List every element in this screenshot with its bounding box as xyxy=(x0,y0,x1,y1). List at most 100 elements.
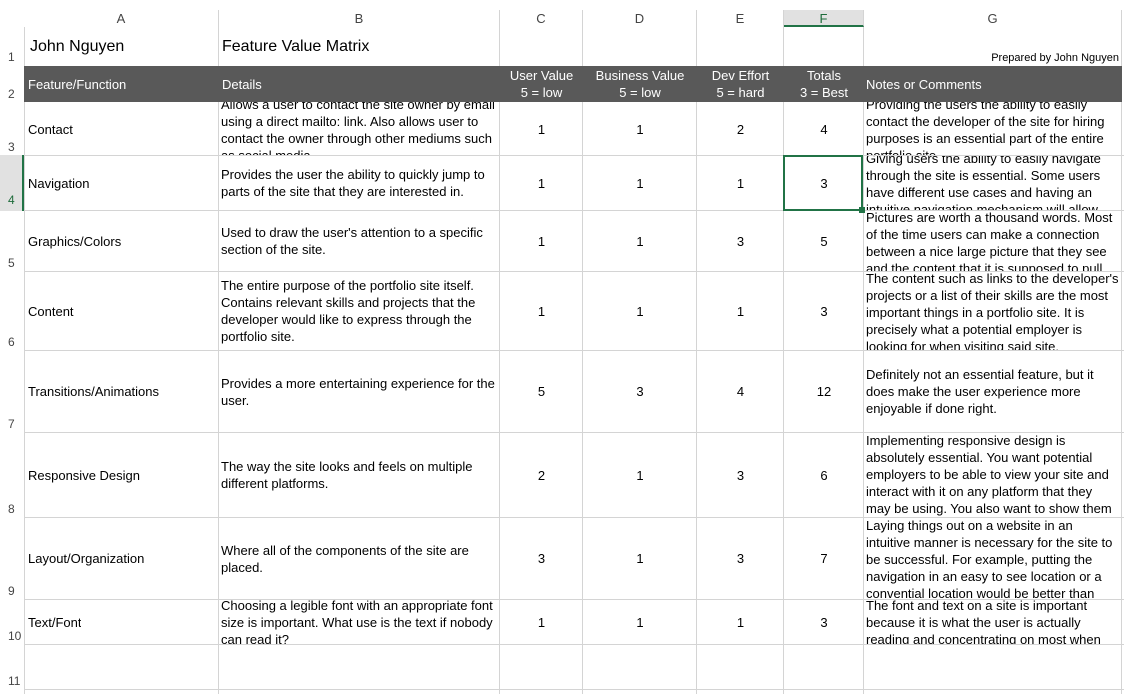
cell-dev-effort[interactable]: 4 xyxy=(697,383,784,400)
cell-feature[interactable]: Transitions/Animations xyxy=(28,383,159,400)
cell-details[interactable]: Allows a user to contact the site owner … xyxy=(221,102,497,155)
cell-details[interactable]: Used to draw the user's attention to a s… xyxy=(221,224,497,264)
column-header-e[interactable]: E xyxy=(697,10,784,27)
cell-business-value[interactable]: 1 xyxy=(583,233,697,250)
column-header-b[interactable]: B xyxy=(219,10,500,27)
cell-feature[interactable]: Graphics/Colors xyxy=(28,233,121,250)
column-header-f[interactable]: F xyxy=(784,10,864,27)
cell-total[interactable]: 4 xyxy=(784,121,864,138)
header-user-value[interactable]: User Value 5 = low xyxy=(500,67,583,101)
row-header-3[interactable]: 3 xyxy=(0,140,24,154)
cell-notes-text: The content such as links to the develop… xyxy=(866,272,1119,350)
cell-notes[interactable]: Providing the users the ability to easil… xyxy=(866,102,1120,155)
cell-feature[interactable]: Responsive Design xyxy=(28,467,140,484)
header-dev-effort-line1: Dev Effort xyxy=(711,68,770,83)
cell-a1-owner[interactable]: John Nguyen xyxy=(30,38,124,56)
column-header-c[interactable]: C xyxy=(500,10,583,27)
row-header-2[interactable]: 2 xyxy=(0,87,24,101)
cell-business-value[interactable]: 1 xyxy=(583,550,697,567)
header-totals[interactable]: Totals 3 = Best xyxy=(784,67,864,101)
column-header-a[interactable]: A xyxy=(24,10,219,27)
cell-notes[interactable]: The font and text on a site is important… xyxy=(866,600,1120,644)
cell-details-text: Allows a user to contact the site owner … xyxy=(221,102,495,155)
grid-line xyxy=(24,27,25,694)
cell-user-value[interactable]: 2 xyxy=(500,467,583,484)
cell-dev-effort[interactable]: 1 xyxy=(697,175,784,192)
cell-g1-prepared-by[interactable]: Prepared by John Nguyen xyxy=(991,52,1119,64)
cell-feature[interactable]: Layout/Organization xyxy=(28,550,144,567)
cell-notes-text: Giving users the ability to easily navig… xyxy=(866,156,1101,210)
cell-user-value[interactable]: 1 xyxy=(500,121,583,138)
cell-dev-effort[interactable]: 1 xyxy=(697,614,784,631)
cell-feature[interactable]: Content xyxy=(28,303,74,320)
cell-details[interactable]: Provides a more entertaining experience … xyxy=(221,375,497,415)
header-user-value-line1: User Value xyxy=(509,68,574,83)
header-notes[interactable]: Notes or Comments xyxy=(866,76,982,93)
cell-business-value[interactable]: 1 xyxy=(583,175,697,192)
cell-notes[interactable]: Definitely not an essential feature, but… xyxy=(866,366,1120,426)
row-header-6[interactable]: 6 xyxy=(0,335,24,349)
row-header-7[interactable]: 7 xyxy=(0,417,24,431)
row-header-5[interactable]: 5 xyxy=(0,256,24,270)
cell-b1-sheet-title[interactable]: Feature Value Matrix xyxy=(222,38,369,56)
row-header-4[interactable]: 4 xyxy=(0,155,24,211)
cell-dev-effort[interactable]: 3 xyxy=(697,233,784,250)
cell-notes[interactable]: The content such as links to the develop… xyxy=(866,272,1120,350)
cell-dev-effort[interactable]: 3 xyxy=(697,550,784,567)
grid-line xyxy=(24,689,1124,690)
cell-user-value[interactable]: 1 xyxy=(500,233,583,250)
cell-details[interactable]: The way the site looks and feels on mult… xyxy=(221,458,497,498)
cell-total[interactable]: 3 xyxy=(784,614,864,631)
cell-details[interactable]: The entire purpose of the portfolio site… xyxy=(221,277,497,349)
cell-notes[interactable]: Implementing responsive design is absolu… xyxy=(866,433,1120,517)
header-dev-effort[interactable]: Dev Effort 5 = hard xyxy=(697,67,784,101)
cell-notes[interactable]: Laying things out on a website in an int… xyxy=(866,518,1120,599)
cell-business-value[interactable]: 3 xyxy=(583,383,697,400)
row-header-11[interactable]: 11 xyxy=(0,674,24,688)
cell-user-value[interactable]: 3 xyxy=(500,550,583,567)
cell-business-value[interactable]: 1 xyxy=(583,467,697,484)
cell-feature[interactable]: Navigation xyxy=(28,175,89,192)
cell-business-value[interactable]: 1 xyxy=(583,614,697,631)
cell-feature[interactable]: Text/Font xyxy=(28,614,81,631)
fill-handle[interactable] xyxy=(859,207,865,213)
cell-notes[interactable]: Giving users the ability to easily navig… xyxy=(866,156,1120,210)
row-header-8[interactable]: 8 xyxy=(0,502,24,516)
cell-notes-text: Providing the users the ability to easil… xyxy=(866,102,1105,155)
cell-user-value[interactable]: 1 xyxy=(500,614,583,631)
cell-dev-effort[interactable]: 1 xyxy=(697,303,784,320)
cell-details[interactable]: Choosing a legible font with an appropri… xyxy=(221,600,497,644)
cell-dev-effort[interactable]: 3 xyxy=(697,467,784,484)
header-totals-line1: Totals xyxy=(807,68,841,83)
cell-total[interactable]: 3 xyxy=(784,303,864,320)
column-header-strip: A B C D E F G xyxy=(0,0,1124,27)
column-header-d[interactable]: D xyxy=(583,10,697,27)
row-header-1[interactable]: 1 xyxy=(0,50,24,64)
header-business-value-line1: Business Value xyxy=(595,68,685,83)
cell-total[interactable]: 7 xyxy=(784,550,864,567)
header-feature[interactable]: Feature/Function xyxy=(28,76,126,93)
cell-total[interactable]: 5 xyxy=(784,233,864,250)
cell-user-value[interactable]: 1 xyxy=(500,303,583,320)
cell-notes-text: Implementing responsive design is absolu… xyxy=(866,433,1112,516)
cell-total[interactable]: 6 xyxy=(784,467,864,484)
column-header-g[interactable]: G xyxy=(864,10,1122,27)
cell-details[interactable]: Where all of the components of the site … xyxy=(221,542,497,582)
cell-user-value[interactable]: 1 xyxy=(500,175,583,192)
cell-total[interactable]: 12 xyxy=(784,383,864,400)
cell-notes[interactable]: Pictures are worth a thousand words. Mos… xyxy=(866,211,1120,271)
cell-business-value[interactable]: 1 xyxy=(583,121,697,138)
cell-details[interactable]: Provides the user the ability to quickly… xyxy=(221,166,497,206)
cell-dev-effort[interactable]: 2 xyxy=(697,121,784,138)
header-details[interactable]: Details xyxy=(222,76,262,93)
header-dev-effort-line2: 5 = hard xyxy=(716,85,765,100)
cell-user-value[interactable]: 5 xyxy=(500,383,583,400)
row-header-10[interactable]: 10 xyxy=(0,629,24,643)
row-header-9[interactable]: 9 xyxy=(0,584,24,598)
cell-feature[interactable]: Contact xyxy=(28,121,73,138)
grid-line xyxy=(1121,27,1122,694)
cell-business-value[interactable]: 1 xyxy=(583,303,697,320)
cell-notes-text: The font and text on a site is important… xyxy=(866,600,1101,644)
header-business-value[interactable]: Business Value 5 = low xyxy=(583,67,697,101)
grid-line xyxy=(218,27,219,694)
